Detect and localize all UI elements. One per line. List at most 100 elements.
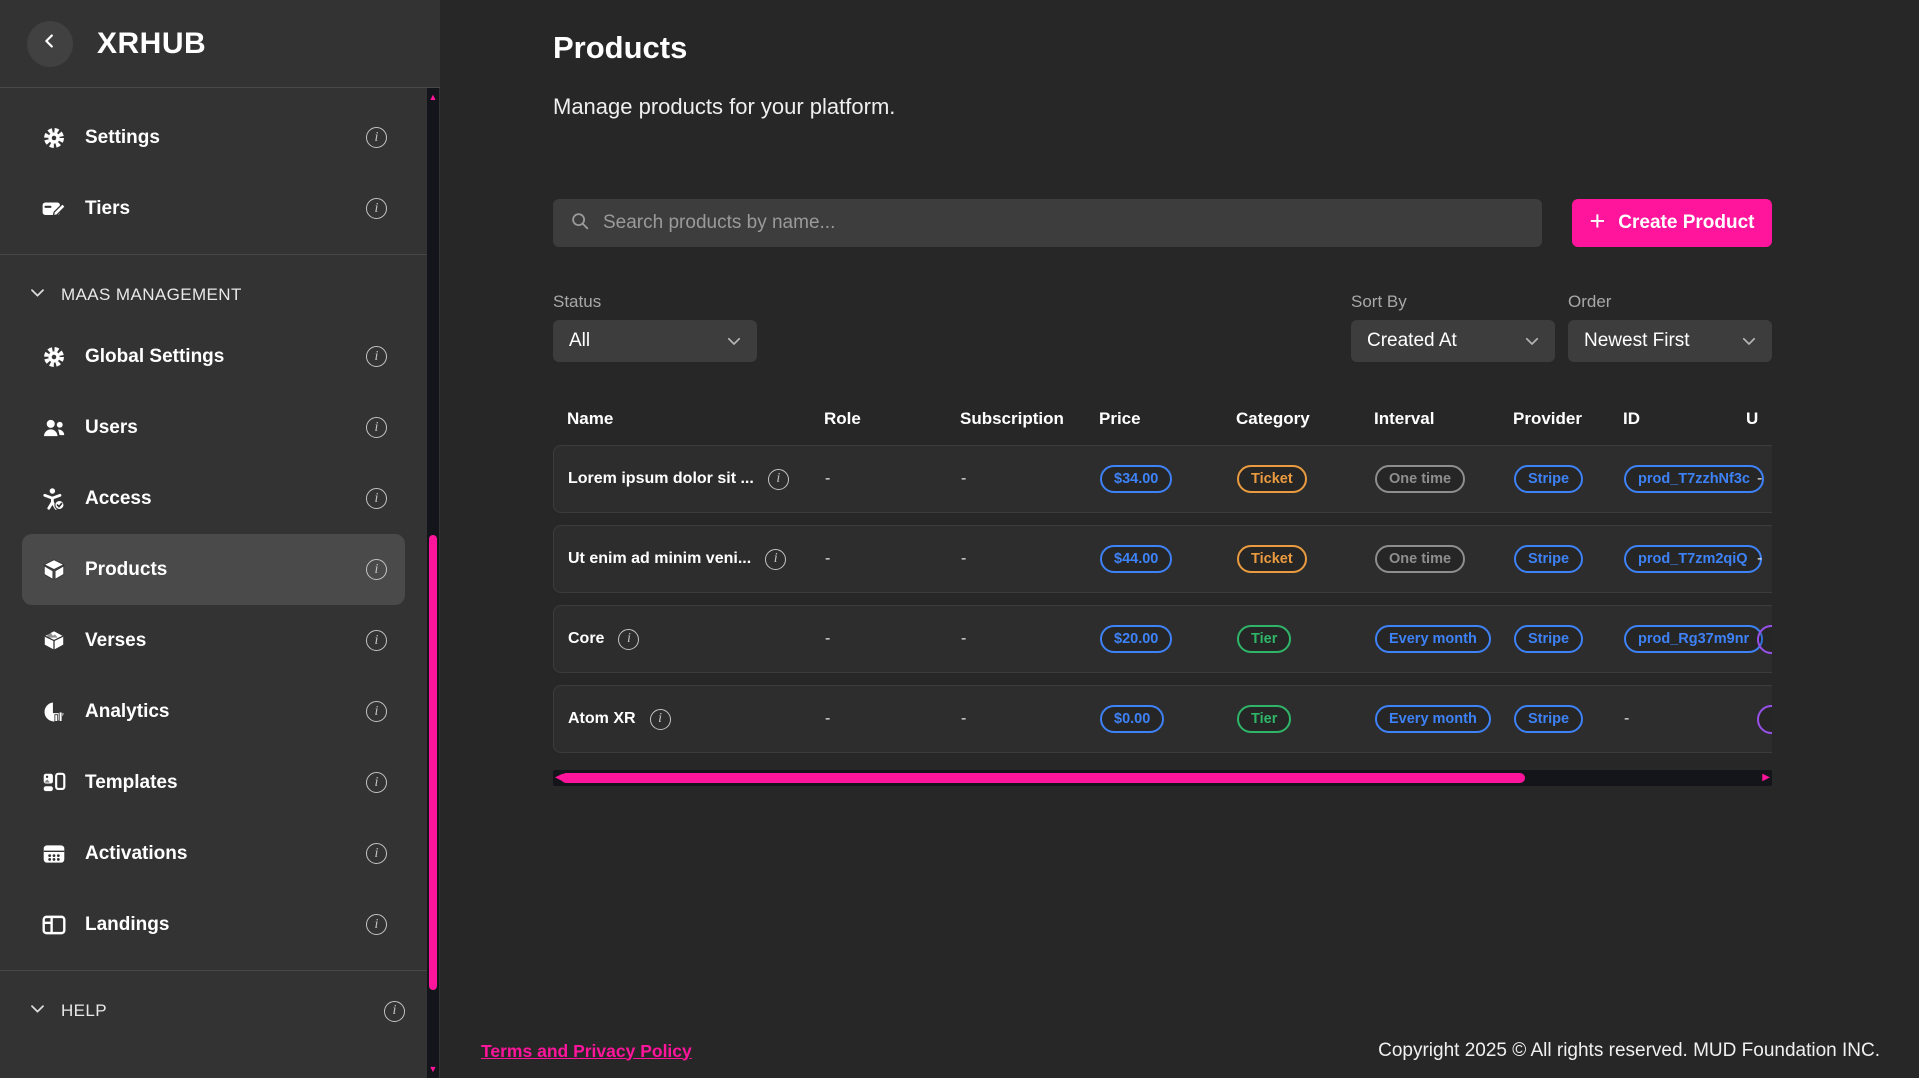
product-name: Ut enim ad minim veni... xyxy=(568,550,751,568)
nav-section-label: MAAS MANAGEMENT xyxy=(61,285,242,305)
table-row[interactable]: Corei--$20.00TierEvery monthStripeprod_R… xyxy=(553,605,1772,673)
sort-filters: Sort By Created At Order Newest First xyxy=(1351,292,1772,362)
info-icon[interactable]: i xyxy=(618,629,639,650)
scrollbar-right-arrow[interactable]: ▶ xyxy=(1762,773,1770,783)
column-header-provider: Provider xyxy=(1513,409,1623,429)
card-icon xyxy=(40,195,67,222)
search-box[interactable] xyxy=(553,199,1542,247)
subscription-cell: - xyxy=(961,470,1100,488)
info-icon[interactable]: i xyxy=(366,417,387,438)
info-icon[interactable]: i xyxy=(366,559,387,580)
table-horizontal-scrollbar[interactable]: ◀ ▶ xyxy=(553,770,1772,786)
subscription-cell: - xyxy=(961,710,1100,728)
interval-cell: Every month xyxy=(1375,625,1514,653)
status-filter-group: Status All xyxy=(553,292,757,362)
app-window: XRHUB SettingsiTiersiMAAS MANAGEMENTGlob… xyxy=(0,0,1919,1078)
sidebar-item-global-settings[interactable]: Global Settings i xyxy=(22,321,405,392)
sidebar-item-label: Tiers xyxy=(85,198,130,220)
info-icon[interactable]: i xyxy=(366,701,387,722)
sidebar-item-label: Access xyxy=(85,488,152,510)
info-icon[interactable]: i xyxy=(650,709,671,730)
category-cell: Tier xyxy=(1237,705,1375,733)
sidebar-item-label: Activations xyxy=(85,843,187,865)
info-icon[interactable]: i xyxy=(366,346,387,367)
sidebar-item-access[interactable]: Access i xyxy=(22,463,405,534)
search-icon xyxy=(569,210,591,237)
category-badge: Tier xyxy=(1237,625,1291,653)
info-icon[interactable]: i xyxy=(765,549,786,570)
scrollbar-up-arrow[interactable]: ▲ xyxy=(427,92,439,102)
sortby-select-value: Created At xyxy=(1367,330,1457,352)
table-row[interactable]: Atom XRi--$0.00TierEvery monthStripe- xyxy=(553,685,1772,753)
provider-badge: Stripe xyxy=(1514,545,1583,573)
sidebar-item-label: Users xyxy=(85,417,138,439)
sidebar-scrollbar[interactable]: ▲ ▼ xyxy=(427,88,439,1078)
search-input[interactable] xyxy=(603,212,1526,234)
sidebar-item-verses[interactable]: Versesi xyxy=(22,605,405,676)
nav-section-header-maas-management[interactable]: MAAS MANAGEMENT xyxy=(0,265,427,321)
sidebar: XRHUB SettingsiTiersiMAAS MANAGEMENTGlob… xyxy=(0,0,440,1078)
sidebar-item-landings[interactable]: Landings i xyxy=(22,889,405,960)
sidebar-item-label: Global Settings xyxy=(85,346,224,368)
interval-badge: One time xyxy=(1375,465,1465,493)
sidebar-item-label: Settings xyxy=(85,127,160,149)
sidebar-item-templates[interactable]: Templates i xyxy=(22,747,405,818)
name-cell: Atom XRi xyxy=(554,709,825,730)
status-select-value: All xyxy=(569,330,590,352)
table-body: Lorem ipsum dolor sit ...i--$34.00Ticket… xyxy=(553,445,1772,753)
create-product-button[interactable]: + Create Product xyxy=(1572,199,1772,247)
sidebar-item-products[interactable]: Productsi xyxy=(22,534,405,605)
status-select[interactable]: All xyxy=(553,320,757,362)
provider-badge: Stripe xyxy=(1514,625,1583,653)
info-icon[interactable]: i xyxy=(366,630,387,651)
table-row[interactable]: Lorem ipsum dolor sit ...i--$34.00Ticket… xyxy=(553,445,1772,513)
name-cell: Lorem ipsum dolor sit ... i xyxy=(554,469,825,490)
dash-value: - xyxy=(961,630,966,647)
sidebar-item-tiers[interactable]: Tiers i xyxy=(22,173,405,244)
sidebar-scrollbar-thumb[interactable] xyxy=(429,535,437,990)
info-icon[interactable]: i xyxy=(366,772,387,793)
chevron-left-icon xyxy=(39,30,61,57)
info-icon[interactable]: i xyxy=(366,843,387,864)
chevron-down-icon xyxy=(1740,332,1758,350)
info-icon[interactable]: i xyxy=(384,1001,405,1022)
sidebar-item-users[interactable]: Users i xyxy=(22,392,405,463)
category-cell: Ticket xyxy=(1237,545,1375,573)
terms-privacy-link[interactable]: Terms and Privacy Policy xyxy=(481,1041,692,1062)
column-header-role: Role xyxy=(824,409,960,429)
gear-icon xyxy=(40,343,67,370)
product-name: Lorem ipsum dolor sit ... xyxy=(568,470,754,488)
category-badge: Ticket xyxy=(1237,465,1307,493)
products-table: NameRoleSubscriptionPriceCategoryInterva… xyxy=(553,393,1772,765)
chevron-down-icon xyxy=(28,283,47,307)
sidebar-item-settings[interactable]: Settings i xyxy=(22,102,405,173)
table-row[interactable]: Ut enim ad minim veni...i--$44.00TicketO… xyxy=(553,525,1772,593)
extra-badge xyxy=(1757,625,1772,654)
column-header-subscription: Subscription xyxy=(960,409,1099,429)
sidebar-item-label: Landings xyxy=(85,914,169,936)
extra-cell: - xyxy=(1747,470,1772,488)
nav-section-header-help[interactable]: HELPi xyxy=(0,981,427,1037)
scrollbar-down-arrow[interactable]: ▼ xyxy=(427,1064,439,1074)
sidebar-item-label: Templates xyxy=(85,772,178,794)
box-icon xyxy=(40,556,67,583)
table-scrollbar-thumb[interactable] xyxy=(561,773,1525,783)
extra-cell xyxy=(1747,625,1772,654)
info-icon[interactable]: i xyxy=(366,488,387,509)
sidebar-collapse-button[interactable] xyxy=(27,21,73,67)
pie-icon xyxy=(40,698,67,725)
info-icon[interactable]: i xyxy=(366,198,387,219)
footer: Terms and Privacy Policy Copyright 2025 … xyxy=(440,1040,1919,1078)
order-select[interactable]: Newest First xyxy=(1568,320,1772,362)
dash-value: - xyxy=(1757,470,1762,487)
info-icon[interactable]: i xyxy=(366,127,387,148)
sidebar-item-analytics[interactable]: Analyticsi xyxy=(22,676,405,747)
sortby-select[interactable]: Created At xyxy=(1351,320,1555,362)
info-icon[interactable]: i xyxy=(768,469,789,490)
sidebar-item-activations[interactable]: Activations i xyxy=(22,818,405,889)
nav-section-divider xyxy=(0,970,427,971)
column-header-name: Name xyxy=(553,409,824,429)
info-icon[interactable]: i xyxy=(366,914,387,935)
dash-value: - xyxy=(825,630,830,647)
column-header-id: ID xyxy=(1623,409,1746,429)
